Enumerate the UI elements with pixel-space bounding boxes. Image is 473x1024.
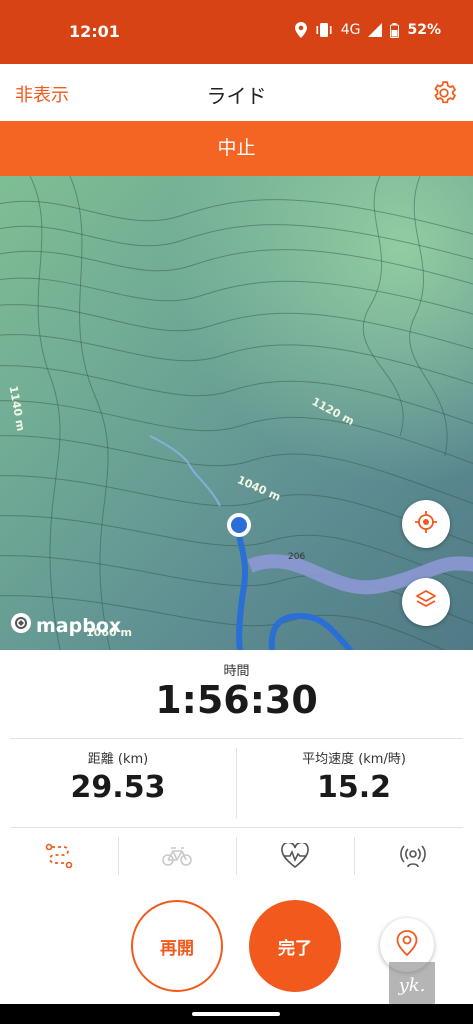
- heart-rate-icon: [281, 841, 309, 873]
- vibrate-icon: [315, 23, 333, 37]
- divider: [236, 837, 237, 875]
- divider: [354, 837, 355, 875]
- distance-value: 29.53: [70, 770, 166, 805]
- stopped-banner: 中止: [0, 121, 473, 176]
- time-label: 時間: [223, 664, 250, 679]
- route-icon: [44, 843, 74, 873]
- tab-bike[interactable]: [157, 838, 197, 878]
- tab-route[interactable]: [39, 838, 79, 878]
- home-handle[interactable]: [192, 1012, 280, 1016]
- signal-icon: [368, 23, 383, 37]
- bike-icon: [162, 845, 192, 871]
- route-map[interactable]: 1120 m 1040 m 1140 m 1060 m 206 mapbox: [0, 176, 473, 650]
- mapbox-attribution[interactable]: mapbox: [10, 612, 121, 639]
- gear-icon[interactable]: [431, 80, 457, 106]
- beacon-signal-icon: [399, 844, 427, 872]
- header: 非表示 ライド: [0, 64, 473, 121]
- mapbox-text: mapbox: [36, 614, 122, 637]
- resume-button[interactable]: 再開: [131, 900, 223, 992]
- layers-icon: [414, 588, 438, 616]
- divider: [118, 837, 119, 875]
- recenter-button[interactable]: [402, 500, 450, 548]
- status-time: 12:01: [69, 22, 120, 41]
- finish-button[interactable]: 完了: [249, 900, 341, 992]
- watermark: yk.: [389, 962, 435, 1008]
- distance-label: 距離 (km): [87, 752, 149, 767]
- status-bar: 12:01 4G 52%: [0, 0, 473, 64]
- screen: 12:01 4G 52% 非表示 ライド 中止 1120 m 1040 m 11…: [0, 0, 473, 1024]
- network-type: 4G: [340, 22, 361, 38]
- location-icon: [294, 22, 307, 38]
- system-nav-bar: [0, 1004, 473, 1024]
- page-title: ライド: [206, 84, 267, 108]
- recenter-icon: [414, 510, 438, 538]
- layers-button[interactable]: [402, 578, 450, 626]
- avg-speed-value: 15.2: [316, 770, 392, 805]
- battery-percent: 52%: [407, 22, 441, 38]
- tab-beacon[interactable]: [393, 838, 433, 878]
- battery-icon: [390, 22, 400, 38]
- mapbox-logo-icon: [10, 612, 32, 639]
- divider: [10, 827, 463, 828]
- time-value: 1:56:30: [155, 678, 318, 722]
- status-icons: 4G 52%: [294, 22, 441, 38]
- divider: [236, 748, 237, 818]
- avg-speed-label: 平均速度 (km/時): [302, 752, 406, 767]
- divider: [10, 738, 463, 739]
- map-terrain: [0, 176, 473, 650]
- road-label: 206: [288, 552, 306, 562]
- tab-heart-rate[interactable]: [275, 838, 315, 878]
- location-pin-icon: [396, 930, 418, 960]
